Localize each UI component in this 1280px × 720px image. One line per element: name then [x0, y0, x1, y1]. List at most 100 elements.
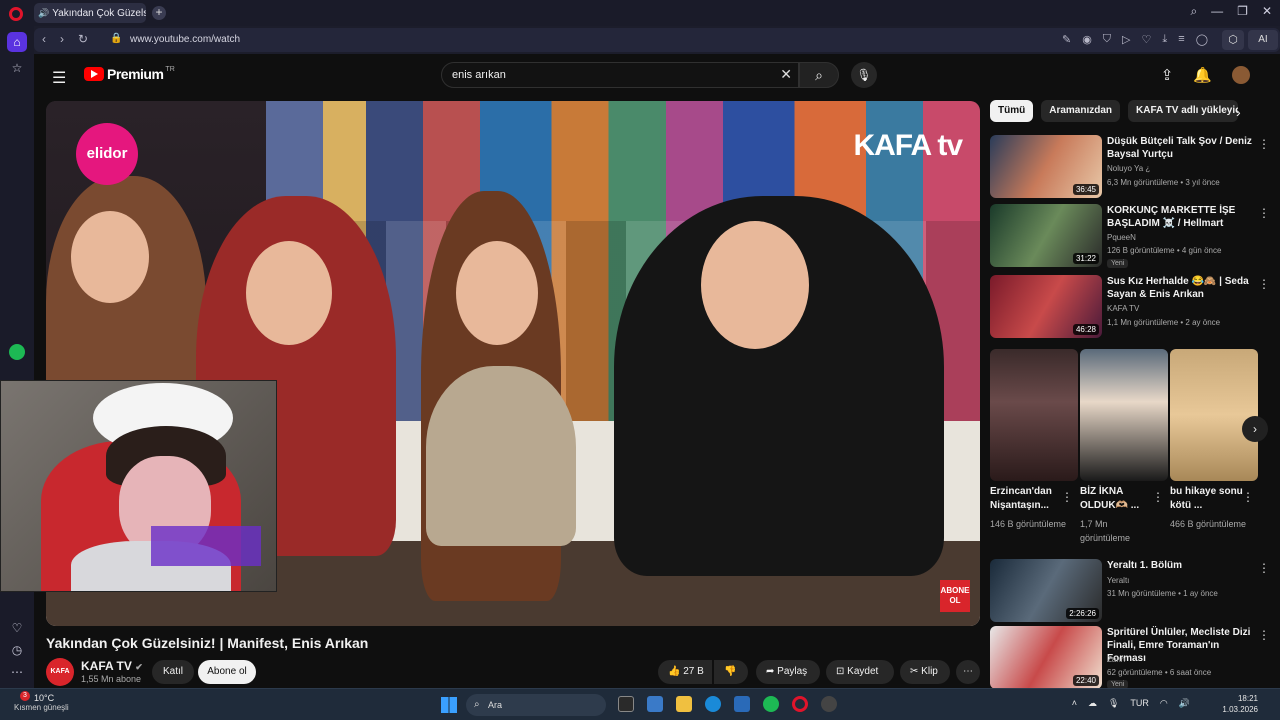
spotify-icon[interactable]: [9, 344, 25, 360]
microphone-icon[interactable]: 🎙: [1108, 698, 1119, 709]
clip-button[interactable]: ✂ Klip: [900, 660, 950, 684]
taskbar-search[interactable]: ⌕ Ara: [466, 694, 606, 716]
forward-icon[interactable]: ›: [60, 32, 64, 46]
profile-icon[interactable]: ◯: [1196, 33, 1208, 46]
chip-from-search[interactable]: Aramanızdan: [1041, 100, 1121, 122]
language-indicator[interactable]: TUR: [1130, 698, 1149, 709]
more-vert-icon[interactable]: ⋮: [1258, 137, 1270, 151]
widgets-icon[interactable]: [647, 696, 663, 712]
more-actions-button[interactable]: ⋯: [956, 660, 980, 684]
menu-icon[interactable]: ≡: [1178, 33, 1184, 46]
more-vert-icon[interactable]: ⋮: [1258, 628, 1270, 642]
person-4-face: [701, 221, 809, 349]
recommendation-item[interactable]: 2:26:26 Yeraltı 1. Bölüm Yeraltı 31 Mn g…: [990, 559, 1270, 623]
search-button[interactable]: ⌕: [799, 62, 839, 88]
download-icon[interactable]: ⤓: [1162, 33, 1167, 46]
hamburger-menu-icon[interactable]: ☰: [52, 68, 66, 88]
share-button[interactable]: ➦ Paylaş: [756, 660, 820, 684]
maximize-button[interactable]: ❐: [1237, 4, 1248, 19]
youtube-logo[interactable]: Premium TR: [84, 66, 175, 82]
filter-chips: Tümü Aramanızdan KAFA TV adlı yükleyicid…: [990, 100, 1239, 122]
more-vert-icon[interactable]: ⋮: [1061, 490, 1073, 504]
more-vert-icon[interactable]: ⋮: [1258, 277, 1270, 291]
more-icon[interactable]: ⋯: [7, 662, 27, 682]
bell-icon[interactable]: 🔔: [1193, 66, 1212, 84]
opera-logo-icon[interactable]: [9, 7, 23, 21]
short-thumbnail[interactable]: [1170, 349, 1258, 481]
subscribe-watermark[interactable]: ABONE OL: [940, 580, 970, 612]
avatar[interactable]: [1232, 66, 1250, 84]
chevron-up-icon[interactable]: ˄: [1072, 698, 1077, 709]
obs-icon[interactable]: [821, 696, 837, 712]
play-icon[interactable]: ▷: [1122, 33, 1130, 46]
windows-start-icon[interactable]: [441, 697, 457, 713]
recommendation-item[interactable]: 46:28 Sus Kız Herhalde 😂🙈 | Seda Sayan &…: [990, 275, 1270, 339]
heart-outline-icon[interactable]: ♡: [1142, 33, 1152, 46]
new-tab-button[interactable]: +: [152, 6, 166, 20]
camera-icon[interactable]: ◉: [1082, 33, 1092, 46]
search-input[interactable]: enis arıkan ✕: [441, 62, 799, 88]
more-vert-icon[interactable]: ⋮: [1242, 490, 1254, 504]
clear-search-icon[interactable]: ✕: [780, 66, 792, 83]
home-icon[interactable]: ⌂: [7, 32, 27, 52]
channel-name[interactable]: KAFA TV ✔: [81, 659, 143, 673]
search-tabs-icon[interactable]: ⌕: [1190, 4, 1197, 19]
like-button[interactable]: 👍 27 B: [658, 660, 712, 684]
recommendation-item[interactable]: 36:45 Düşük Bütçeli Talk Şov / Deniz Bay…: [990, 135, 1270, 199]
speaker-icon[interactable]: 🔊: [38, 8, 49, 19]
browser-tab[interactable]: 🔊 Yakından Çok Güzelsi: [34, 3, 146, 23]
subscribe-button[interactable]: Abone ol: [198, 660, 256, 684]
more-vert-icon[interactable]: ⋮: [1152, 490, 1164, 504]
recommendation-item[interactable]: 22:40 Spritürel Ünlüler, Mecliste Dizi F…: [990, 626, 1270, 688]
chevron-right-icon[interactable]: ›: [1236, 104, 1241, 120]
short-views: 146 B görüntüleme: [990, 519, 1067, 529]
recommendation-meta: 62 görüntüleme • 6 saat önce: [1107, 668, 1212, 677]
more-vert-icon[interactable]: ⋮: [1258, 206, 1270, 220]
save-button[interactable]: ⊡ Kaydet: [826, 660, 894, 684]
edit-icon[interactable]: ✎: [1062, 33, 1071, 46]
clock[interactable]: 18:21 1.03.2026: [1222, 693, 1258, 715]
wifi-icon[interactable]: ◠: [1160, 698, 1168, 709]
spotify-icon[interactable]: [763, 696, 779, 712]
recommendation-item[interactable]: 31:22 KORKUNÇ MARKETTE İŞE BAŞLADIM ☠️ /…: [990, 204, 1270, 268]
short-thumbnail[interactable]: [1080, 349, 1168, 481]
search-value: enis arıkan: [452, 69, 506, 81]
short-title[interactable]: BİZ İKNA OLDUK🫶🏼 ...: [1080, 485, 1160, 513]
volume-icon[interactable]: 🔊: [1179, 698, 1190, 709]
close-button[interactable]: ✕: [1262, 4, 1272, 19]
short-title[interactable]: Erzincan'dan Nişantaşın...: [990, 485, 1070, 513]
opera-icon[interactable]: [792, 696, 808, 712]
file-explorer-icon[interactable]: [676, 696, 692, 712]
back-icon[interactable]: ‹: [42, 32, 46, 46]
address-bar: ‹ › ↻ 🔒 www.youtube.com/watch ✎ ◉ ⛉ ▷ ♡ …: [34, 28, 1280, 52]
upload-icon[interactable]: ⇪: [1161, 66, 1174, 84]
history-icon[interactable]: ◷: [7, 640, 27, 660]
task-view-icon[interactable]: [618, 696, 634, 712]
url-field[interactable]: www.youtube.com/watch: [130, 34, 240, 45]
channel-avatar[interactable]: KAFA: [46, 658, 74, 686]
edge-icon[interactable]: [705, 696, 721, 712]
reload-icon[interactable]: ↻: [78, 32, 88, 46]
chevron-right-icon[interactable]: ›: [1242, 416, 1268, 442]
extension-icon[interactable]: ⬡: [1222, 30, 1244, 50]
ai-button[interactable]: AI: [1248, 30, 1278, 50]
minimize-button[interactable]: —: [1211, 4, 1223, 19]
recommendation-channel: KAFA TV: [1107, 304, 1140, 313]
star-icon[interactable]: ☆: [7, 58, 27, 78]
dislike-button[interactable]: 👎: [714, 660, 748, 684]
chip-all[interactable]: Tümü: [990, 100, 1034, 122]
webcam-overlay: [0, 380, 277, 592]
short-title[interactable]: bu hikaye sonu kötü ...: [1170, 485, 1250, 513]
store-icon[interactable]: [734, 696, 750, 712]
shield-icon[interactable]: ⛉: [1103, 33, 1111, 46]
short-thumbnail[interactable]: [990, 349, 1078, 481]
chip-from-uploader[interactable]: KAFA TV adlı yükleyiciden: [1128, 100, 1239, 122]
verified-icon: ✔: [135, 662, 143, 672]
microphone-icon[interactable]: 🎙: [851, 62, 877, 88]
heart-icon[interactable]: ♡: [7, 618, 27, 638]
join-button[interactable]: Katıl: [152, 660, 194, 684]
cloud-icon[interactable]: ☁: [1088, 698, 1097, 709]
more-vert-icon[interactable]: ⋮: [1258, 561, 1270, 575]
recommendation-thumbnail: 36:45: [990, 135, 1102, 198]
address-tools: ✎ ◉ ⛉ ▷ ♡ ⤓ ≡ ◯: [1062, 33, 1208, 46]
